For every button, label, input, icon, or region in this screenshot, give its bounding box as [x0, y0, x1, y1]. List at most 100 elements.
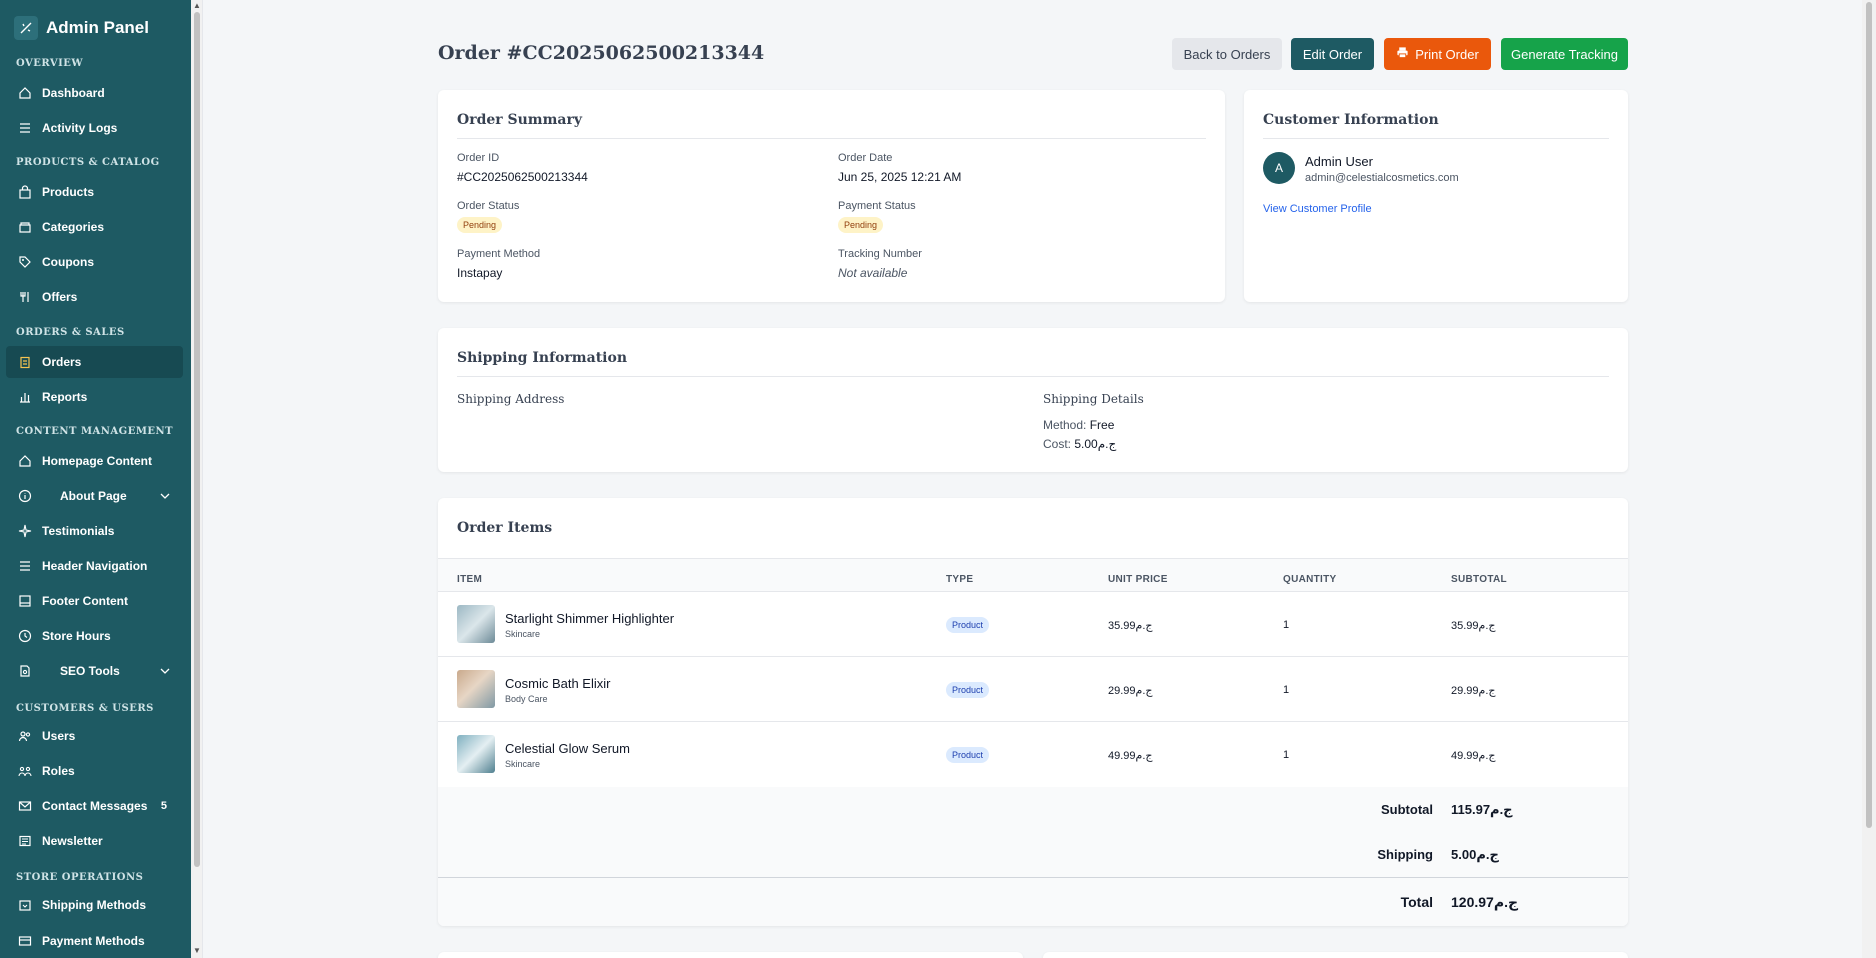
sidebar-item-label: Payment Methods [42, 934, 145, 948]
clipboard-icon [18, 355, 32, 369]
column-header-type: TYPE [946, 574, 974, 585]
table-row: Starlight Shimmer Highlighter Skincare P… [438, 592, 1628, 657]
sidebar-item-newsletter[interactable]: Newsletter [6, 825, 183, 857]
sidebar-item-activity-logs[interactable]: Activity Logs [6, 112, 183, 144]
folder-icon [18, 220, 32, 234]
sidebar-item-payment-methods[interactable]: Payment Methods [6, 925, 183, 957]
users-icon [18, 729, 32, 743]
page-scrollbar-thumb[interactable] [1866, 2, 1872, 828]
bag-icon [18, 185, 32, 199]
quantity: 1 [1283, 619, 1290, 631]
back-to-orders-label: Back to Orders [1183, 46, 1271, 62]
clock-icon [18, 629, 32, 643]
menu-icon [18, 559, 32, 573]
quantity: 1 [1283, 749, 1290, 761]
sidebar-item-label: Shipping Methods [42, 898, 146, 912]
product-name: Cosmic Bath Elixir [505, 676, 611, 691]
shipping-cost-row: Cost: 5.00ج.م [1043, 437, 1116, 451]
sidebar-item-orders[interactable]: Orders [6, 346, 183, 378]
order-summary-title: Order Summary [457, 112, 583, 128]
avatar: A [1263, 152, 1295, 184]
generate-tracking-label: Generate Tracking [1511, 46, 1618, 62]
bottom-card-left [438, 952, 1023, 958]
sidebar-item-shipping-methods[interactable]: Shipping Methods [6, 889, 183, 921]
subtotal-label: Subtotal [1381, 802, 1433, 817]
sidebar-item-label: Store Hours [42, 629, 111, 643]
sidebar-item-roles[interactable]: Roles [6, 755, 183, 787]
shipping-info-title: Shipping Information [457, 350, 627, 366]
customer-info-card: Customer Information A Admin User admin@… [1244, 90, 1628, 302]
home-icon [18, 86, 32, 100]
sidebar-item-label: Products [42, 185, 95, 199]
bottom-card-right [1043, 952, 1628, 958]
sidebar-item-reports[interactable]: Reports [6, 381, 183, 413]
customer-email: admin@celestialcosmetics.com [1305, 172, 1459, 184]
back-to-orders-button[interactable]: Back to Orders [1172, 38, 1282, 70]
sidebar-item-label: SEO Tools [60, 664, 120, 678]
unit-price: 29.99ج.م [1108, 685, 1153, 697]
unread-count-badge: 5 [160, 800, 167, 812]
section-customers: CUSTOMERS & USERS [16, 703, 154, 714]
sidebar-item-footer-content[interactable]: Footer Content [6, 585, 183, 617]
sidebar-item-about-page[interactable]: About Page [6, 480, 183, 512]
sidebar-item-label: Reports [42, 390, 88, 404]
shipping-total-label: Shipping [1377, 847, 1433, 862]
printer-icon [1396, 46, 1409, 62]
customer-name: Admin User [1305, 154, 1373, 169]
edit-order-button[interactable]: Edit Order [1291, 38, 1374, 70]
info-icon [18, 489, 32, 503]
shipping-details-heading: Shipping Details [1043, 392, 1144, 406]
newspaper-icon [18, 834, 32, 848]
sidebar-item-label: Roles [42, 764, 75, 778]
mail-icon [18, 799, 32, 813]
order-status-label: Order Status [457, 200, 520, 212]
table-row: Cosmic Bath Elixir Body Care Product 29.… [438, 657, 1628, 722]
sidebar-item-testimonials[interactable]: Testimonials [6, 515, 183, 547]
sidebar-item-products[interactable]: Products [6, 176, 183, 208]
shipping-method-row: Method: Free [1043, 418, 1114, 432]
shipping-cost-label: Cost: [1043, 437, 1072, 451]
sidebar-item-seo-tools[interactable]: SEO Tools [6, 655, 183, 687]
shipping-total-value: 5.00ج.م [1451, 847, 1499, 862]
divider [457, 138, 1206, 139]
sidebar-item-categories[interactable]: Categories [6, 211, 183, 243]
section-products: PRODUCTS & CATALOG [16, 157, 160, 168]
table-row: Celestial Glow Serum Skincare Product 49… [438, 722, 1628, 787]
sidebar-item-homepage-content[interactable]: Homepage Content [6, 445, 183, 477]
sidebar-item-store-hours[interactable]: Store Hours [6, 620, 183, 652]
sidebar-item-label: About Page [60, 489, 127, 503]
tracking-number-value: Not available [838, 266, 908, 280]
edit-order-label: Edit Order [1302, 46, 1363, 62]
sidebar-scrollbar-thumb[interactable] [194, 12, 200, 867]
sidebar-item-label: Activity Logs [42, 121, 118, 135]
sidebar-item-label: Categories [42, 220, 105, 234]
sidebar-item-coupons[interactable]: Coupons [6, 246, 183, 278]
order-date-value: Jun 25, 2025 12:21 AM [838, 170, 962, 184]
sidebar-item-offers[interactable]: Offers [6, 281, 183, 313]
payment-status-badge: Pending [838, 217, 884, 233]
sparkle-icon [18, 524, 32, 538]
section-overview: OVERVIEW [16, 58, 84, 69]
print-order-button[interactable]: Print Order [1384, 38, 1491, 70]
sidebar-item-header-navigation[interactable]: Header Navigation [6, 550, 183, 582]
sidebar-scrollbar[interactable]: ▲ ▼ [191, 0, 203, 958]
product-name: Celestial Glow Serum [505, 741, 630, 756]
brand[interactable]: Admin Panel [14, 16, 149, 40]
product-thumbnail [457, 605, 495, 643]
print-order-label: Print Order [1415, 46, 1479, 62]
order-id-label: Order ID [457, 152, 500, 164]
generate-tracking-button[interactable]: Generate Tracking [1501, 38, 1628, 70]
scroll-down-arrow-icon[interactable]: ▼ [193, 946, 201, 955]
sidebar-item-label: Contact Messages [42, 799, 148, 813]
column-header-subtotal: SUBTOTAL [1451, 574, 1507, 585]
sidebar-item-label: Header Navigation [42, 559, 148, 573]
box-icon [18, 898, 32, 912]
page-scrollbar[interactable] [1862, 0, 1876, 958]
sidebar-item-users[interactable]: Users [6, 720, 183, 752]
scroll-up-arrow-icon[interactable]: ▲ [193, 1, 201, 10]
table-header [438, 558, 1628, 592]
layout-icon [18, 594, 32, 608]
sidebar-item-dashboard[interactable]: Dashboard [6, 77, 183, 109]
sidebar-item-contact-messages[interactable]: Contact Messages 5 [6, 790, 183, 822]
view-customer-profile-link[interactable]: View Customer Profile [1263, 203, 1372, 215]
